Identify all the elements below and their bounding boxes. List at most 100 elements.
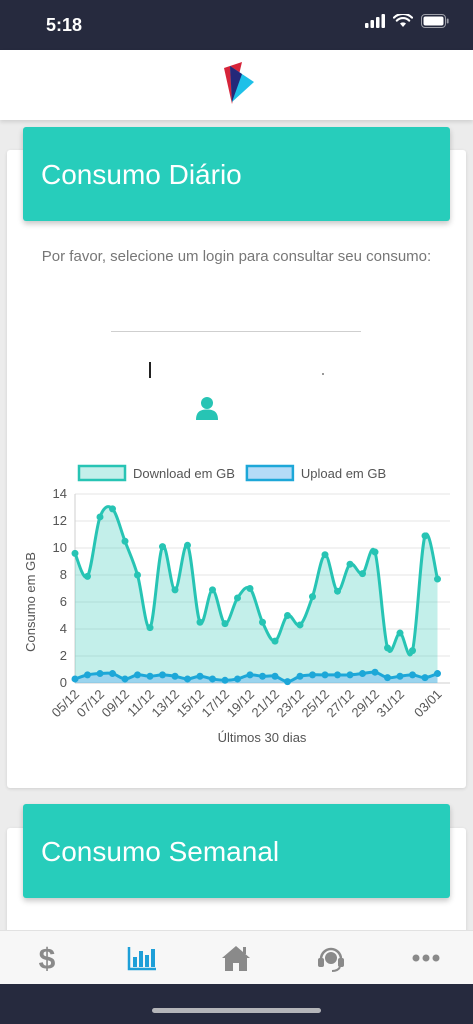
app-header <box>0 50 473 120</box>
x-tick-label: 17/12 <box>199 687 233 721</box>
data-point <box>184 541 191 549</box>
x-tick-label: 03/01 <box>411 687 445 721</box>
login-select[interactable] <box>111 320 361 332</box>
status-bar: 5:18 <box>0 0 473 50</box>
x-tick-label: 21/12 <box>249 687 283 721</box>
data-point <box>234 675 241 683</box>
nav-item-support[interactable] <box>284 931 379 984</box>
status-icons <box>365 14 449 28</box>
chart-legend: Download em GB Upload em GB <box>77 464 386 482</box>
data-point <box>171 586 179 594</box>
data-point <box>184 675 191 683</box>
data-point <box>121 675 129 683</box>
data-point <box>359 570 366 578</box>
y-axis-title: Consumo em GB <box>23 552 38 652</box>
bar-chart-icon <box>127 946 156 970</box>
more-icon <box>412 954 440 961</box>
legend-swatch <box>77 464 127 482</box>
headset-icon <box>318 947 345 972</box>
app-logo <box>224 62 254 104</box>
y-tick-label: 10 <box>53 540 67 555</box>
x-axis-ticks: 05/1207/1209/1211/1213/1215/1217/1219/12… <box>49 687 445 721</box>
data-point <box>434 670 441 678</box>
separator-dot <box>322 373 324 375</box>
weekly-card-header: Consumo Semanal <box>23 804 450 898</box>
y-axis-ticks: 0 2 4 6 8 10 12 14 <box>53 486 67 690</box>
x-tick-label: 27/12 <box>324 687 358 721</box>
nav-item-payments[interactable]: $ <box>0 931 95 984</box>
x-axis-title: Últimos 30 dias <box>218 730 307 745</box>
home-icon <box>222 945 251 971</box>
data-point <box>96 513 104 521</box>
data-point <box>271 672 279 680</box>
series-area-0 <box>75 506 438 683</box>
y-tick-label: 2 <box>60 648 67 663</box>
data-point <box>284 612 291 619</box>
data-point <box>159 671 166 679</box>
data-point <box>209 586 216 594</box>
y-tick-label: 12 <box>53 513 67 528</box>
weekly-card-title: Consumo Semanal <box>41 836 280 867</box>
user-icon[interactable] <box>196 396 218 420</box>
data-point <box>396 629 404 637</box>
data-point <box>309 671 316 679</box>
x-tick-label: 23/12 <box>274 687 308 721</box>
nav-item-more[interactable] <box>378 931 473 984</box>
wifi-icon <box>393 14 413 27</box>
data-point <box>71 549 79 557</box>
login-instructions: Por favor, selecione um login para consu… <box>41 248 432 265</box>
data-point <box>234 594 241 602</box>
content-area[interactable]: Consumo Diário Por favor, selecione um l… <box>0 120 473 930</box>
data-point <box>259 672 266 680</box>
data-point <box>284 678 291 686</box>
data-point <box>384 644 391 652</box>
data-point <box>84 671 91 679</box>
data-point <box>196 672 204 680</box>
home-indicator[interactable] <box>152 1008 321 1013</box>
data-point <box>171 672 179 680</box>
legend-label: Download em GB <box>133 466 235 481</box>
data-point <box>196 618 204 626</box>
daily-card-header: Consumo Diário <box>23 127 450 221</box>
data-point <box>309 593 316 601</box>
battery-icon <box>421 14 449 28</box>
data-point <box>371 548 379 556</box>
text-cursor <box>149 362 151 378</box>
data-point <box>296 621 304 629</box>
data-point <box>359 670 366 678</box>
data-point <box>221 620 229 628</box>
data-point <box>409 647 416 655</box>
x-tick-label: 07/12 <box>74 687 108 721</box>
y-tick-label: 4 <box>60 621 67 636</box>
x-tick-label: 05/12 <box>49 687 83 721</box>
y-tick-label: 6 <box>60 594 67 609</box>
daily-card-title: Consumo Diário <box>41 159 242 190</box>
x-tick-label: 15/12 <box>174 687 208 721</box>
bottom-nav: $ <box>0 930 473 984</box>
weekly-consumption-card: Consumo Semanal <box>7 804 466 930</box>
data-point <box>421 532 429 540</box>
x-tick-label: 25/12 <box>299 687 333 721</box>
data-point <box>109 670 116 678</box>
x-tick-label: 13/12 <box>149 687 183 721</box>
data-point <box>259 618 266 626</box>
y-tick-label: 0 <box>60 675 67 690</box>
data-point <box>96 670 104 678</box>
data-point <box>384 674 391 682</box>
data-point <box>134 571 141 579</box>
home-indicator-area <box>0 984 473 1024</box>
data-point <box>371 668 379 676</box>
data-point <box>146 672 154 680</box>
data-point <box>434 575 441 583</box>
nav-item-home[interactable] <box>189 931 284 984</box>
nav-item-consumption[interactable] <box>95 931 190 984</box>
data-point <box>246 585 254 592</box>
data-point <box>121 537 129 545</box>
data-point <box>321 551 329 559</box>
x-tick-label: 09/12 <box>99 687 133 721</box>
data-point <box>246 671 254 679</box>
data-point <box>146 624 154 632</box>
data-point <box>134 671 141 679</box>
data-point <box>321 671 329 679</box>
y-tick-label: 8 <box>60 567 67 582</box>
